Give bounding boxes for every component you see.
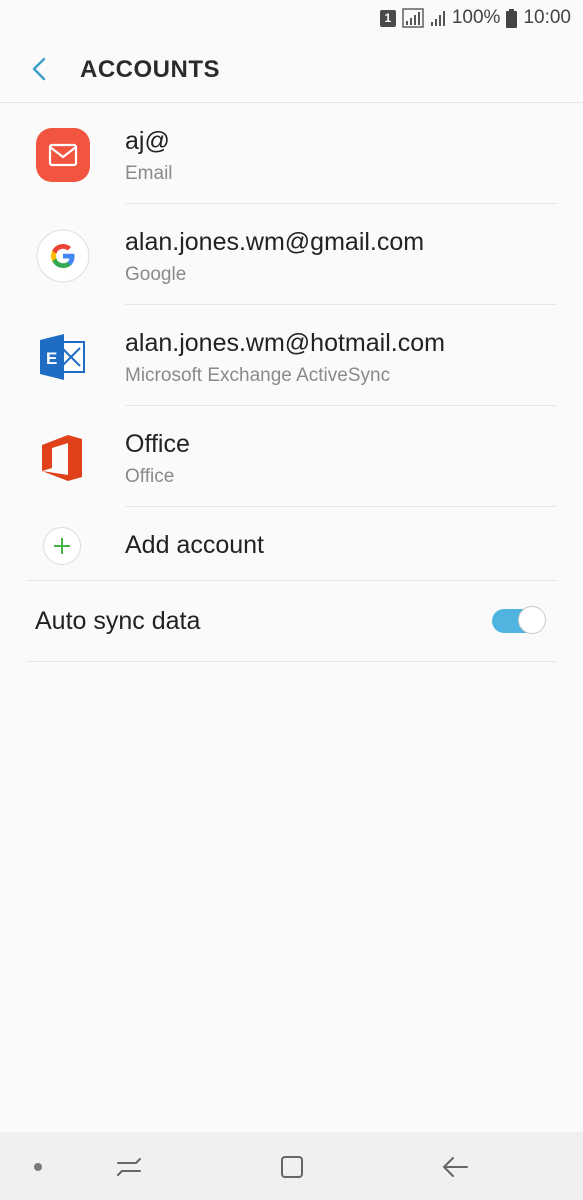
recents-button[interactable] [112, 1150, 146, 1184]
account-type: Microsoft Exchange ActiveSync [125, 365, 391, 386]
email-icon [35, 127, 91, 183]
clock: 10:00 [523, 7, 571, 28]
back-arrow-icon [443, 1157, 468, 1177]
account-type: Office [125, 466, 175, 487]
office-icon [35, 430, 91, 486]
app-header: ACCOUNTS [0, 36, 583, 103]
account-type: Google [125, 264, 187, 285]
recents-icon [117, 1158, 141, 1176]
toggle-thumb [518, 606, 546, 634]
add-account-button[interactable]: Add account [0, 507, 583, 581]
screen: 1 100% 10:00 ACCOUNTS aj@ Email alan.jon… [0, 0, 583, 1200]
back-button[interactable] [24, 54, 54, 84]
home-icon [281, 1156, 303, 1178]
account-name: alan.jones.wm@gmail.com [125, 228, 425, 256]
svg-text:E: E [46, 349, 57, 368]
account-row-email[interactable]: aj@ Email [0, 103, 583, 204]
navigation-bar [0, 1132, 583, 1200]
sim-slot-icon: 1 [379, 9, 396, 27]
account-name: alan.jones.wm@hotmail.com [125, 329, 445, 357]
account-row-exchange[interactable]: E alan.jones.wm@hotmail.com Microsoft Ex… [0, 305, 583, 406]
auto-sync-toggle[interactable] [492, 606, 546, 636]
exchange-icon: E [35, 329, 91, 385]
google-icon [35, 228, 91, 284]
status-bar: 1 100% 10:00 [0, 0, 583, 36]
account-name: aj@ [125, 127, 170, 155]
plus-icon [43, 527, 81, 565]
chevron-left-icon [32, 57, 46, 81]
divider [26, 661, 557, 662]
battery-icon [506, 8, 518, 28]
account-row-google[interactable]: alan.jones.wm@gmail.com Google [0, 204, 583, 305]
signal-2-icon [430, 11, 445, 26]
page-title: ACCOUNTS [80, 56, 220, 83]
account-name: Office [125, 430, 190, 458]
account-row-office[interactable]: Office Office [0, 406, 583, 507]
signal-icon [402, 8, 424, 28]
nav-back-button[interactable] [438, 1150, 472, 1184]
dot-indicator [34, 1163, 42, 1171]
status-icons: 1 100% 10:00 [379, 6, 571, 30]
add-account-label: Add account [125, 531, 264, 559]
home-button[interactable] [275, 1150, 309, 1184]
auto-sync-row[interactable]: Auto sync data [0, 581, 583, 662]
battery-percent: 100% [451, 7, 501, 28]
auto-sync-label: Auto sync data [35, 607, 201, 635]
account-list: aj@ Email alan.jones.wm@gmail.com Google [0, 103, 583, 662]
account-type: Email [125, 163, 173, 184]
